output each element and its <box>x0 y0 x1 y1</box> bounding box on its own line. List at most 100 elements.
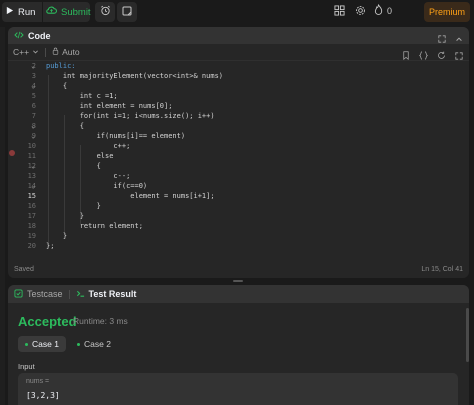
code-line: 9 ⌄ if(nums[i]== element) <box>8 131 469 141</box>
lock-icon <box>52 47 59 57</box>
premium-button[interactable]: Premium <box>424 2 470 22</box>
maximize-icon[interactable] <box>438 30 446 48</box>
input-variable: nums = <box>26 378 50 385</box>
line-number: 17 <box>27 212 36 220</box>
code-line: 20 }; <box>8 241 469 251</box>
code-text: { <box>46 122 84 130</box>
auto-mode-toggle[interactable]: Auto <box>52 47 80 57</box>
line-number: 10 <box>27 142 36 150</box>
case-2-label: Case 2 <box>84 339 111 349</box>
code-text: for(int i=1; i<nums.size(); i++) <box>46 112 215 120</box>
input-label: Input <box>18 362 35 371</box>
editor-status-bar: Saved Ln 15, Col 41 <box>8 263 469 278</box>
line-number: 15 <box>27 192 36 200</box>
language-selector[interactable]: C++ <box>13 47 39 57</box>
code-editor[interactable]: 2 ⌄ public: 3 int majorityElement(vector… <box>8 61 469 261</box>
notes-button[interactable] <box>117 2 137 22</box>
language-label: C++ <box>13 47 30 57</box>
divider <box>68 289 70 299</box>
terminal-icon <box>76 289 85 300</box>
code-text: int element = nums[0]; <box>46 102 173 110</box>
fire-icon <box>374 3 383 17</box>
code-icon <box>14 31 24 41</box>
fold-chevron-icon[interactable]: ⌄ <box>31 181 39 191</box>
fold-chevron-icon[interactable]: ⌄ <box>31 121 39 131</box>
code-line: 15 element = nums[i+1]; <box>8 191 469 201</box>
code-line: 8 ⌄ { <box>8 121 469 131</box>
line-number: 16 <box>27 202 36 210</box>
alarm-clock-icon <box>100 3 111 21</box>
fold-chevron-icon[interactable]: ⌄ <box>31 81 39 91</box>
code-line: 4 ⌄ { <box>8 81 469 91</box>
code-line: 2 ⌄ public: <box>8 61 469 71</box>
play-icon <box>5 6 14 18</box>
code-line: 10 c++; <box>8 141 469 151</box>
line-number: 13 <box>27 172 36 180</box>
case-1-tab[interactable]: Case 1 <box>18 336 66 352</box>
cursor-position: Ln 15, Col 41 <box>421 266 463 273</box>
gear-icon <box>355 3 366 21</box>
breakpoint-marker[interactable] <box>9 150 15 156</box>
code-line: 7 for(int i=1; i<nums.size(); i++) <box>8 111 469 121</box>
streak-counter[interactable]: 0 <box>374 3 393 17</box>
line-number: 11 <box>27 152 36 160</box>
left-panel-edge <box>0 27 5 405</box>
chevron-up-icon[interactable] <box>455 30 463 48</box>
fold-chevron-icon[interactable]: ⌄ <box>31 161 39 171</box>
run-button[interactable]: Run <box>2 2 42 22</box>
case-1-label: Case 1 <box>32 339 59 349</box>
code-line: 16 } <box>8 201 469 211</box>
result-status: Accepted <box>18 314 77 329</box>
code-text: return element; <box>46 222 143 230</box>
layout-button[interactable] <box>331 4 347 20</box>
line-number: 6 <box>31 102 36 110</box>
tab-testcase[interactable]: Testcase <box>14 288 63 300</box>
fold-chevron-icon[interactable]: ⌄ <box>31 61 39 71</box>
line-number: 18 <box>27 222 36 230</box>
code-line: 17 } <box>8 211 469 221</box>
code-text: else <box>46 152 114 160</box>
input-box: nums = [3,2,3] <box>18 373 458 405</box>
cloud-upload-icon <box>46 6 57 18</box>
submit-button[interactable]: Submit <box>43 2 91 22</box>
code-text: int c =1; <box>46 92 118 100</box>
code-line: 13 c--; <box>8 171 469 181</box>
code-text: public: <box>46 62 76 70</box>
streak-count: 0 <box>387 5 393 16</box>
code-panel-title: Code <box>28 30 51 41</box>
code-text: }; <box>46 242 55 250</box>
line-number: 7 <box>31 112 36 120</box>
code-line: 3 int majorityElement(vector<int>& nums) <box>8 71 469 81</box>
top-toolbar: Run Submit 0 Premium <box>0 0 474 24</box>
tab-test-result[interactable]: Test Result <box>76 289 136 300</box>
case-2-tab[interactable]: Case 2 <box>70 336 118 352</box>
divider <box>45 47 47 57</box>
code-line: 14 ⌄ if(c==0) <box>8 181 469 191</box>
code-text: { <box>46 162 101 170</box>
code-text: } <box>46 232 68 240</box>
checkbox-icon <box>14 288 23 300</box>
code-line: 19 } <box>8 231 469 241</box>
code-line: 12 ⌄ { <box>8 161 469 171</box>
code-line: 11 else <box>8 151 469 161</box>
settings-button[interactable] <box>352 4 368 20</box>
line-number: 5 <box>31 92 36 100</box>
note-icon <box>122 3 132 21</box>
code-text: element = nums[i+1]; <box>46 192 215 200</box>
code-panel-header: Code <box>8 27 469 44</box>
timer-button[interactable] <box>95 2 115 22</box>
editor-toolbar: C++ Auto <box>8 44 469 61</box>
panel-resize-handle[interactable] <box>233 280 243 282</box>
code-panel: Code C++ Auto 2 ⌄ public: 3 int majority… <box>8 27 469 278</box>
test-panel-header: Testcase Test Result <box>8 285 469 303</box>
layout-grid-icon <box>333 3 345 21</box>
chevron-down-icon <box>32 47 39 57</box>
fold-chevron-icon[interactable]: ⌄ <box>31 131 39 141</box>
code-text: if(c==0) <box>46 182 148 190</box>
scrollbar[interactable] <box>466 308 469 362</box>
run-button-label: Run <box>18 6 36 18</box>
code-line: 5 int c =1; <box>8 91 469 101</box>
code-text: c++; <box>46 142 131 150</box>
code-panel-actions <box>438 30 463 48</box>
auto-mode-label: Auto <box>62 47 80 57</box>
